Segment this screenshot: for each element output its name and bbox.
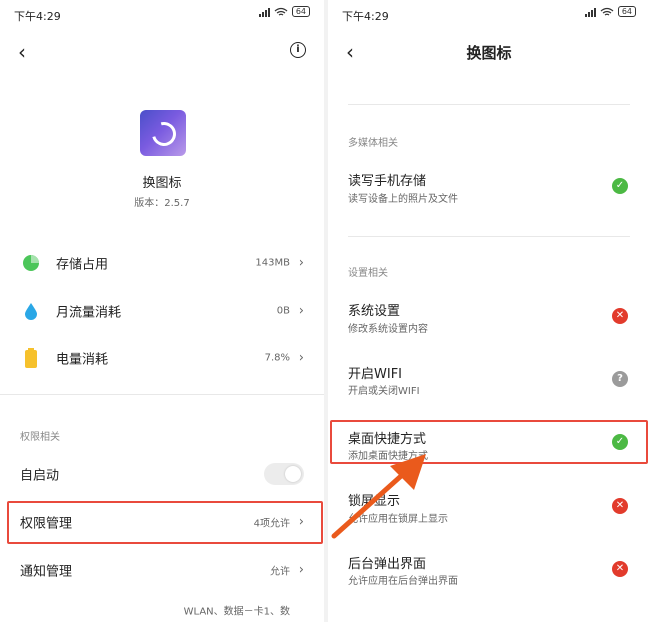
perm-desc: 开启或关闭WIFI (348, 386, 420, 397)
info-icon[interactable]: i (290, 42, 306, 58)
section-divider (348, 104, 630, 105)
pie-chart-icon (23, 255, 39, 271)
usage-value: 7.8% (264, 352, 290, 364)
chevron-right-icon: › (298, 350, 304, 366)
wifi-icon (274, 7, 288, 16)
wifi-icon (600, 7, 614, 16)
highlight-box (7, 501, 323, 544)
battery-indicator: 64 (617, 6, 636, 17)
perm-title: 读写手机存储 (348, 174, 427, 189)
perm-title: 系统设置 (348, 304, 401, 319)
status-time: 下午4:29 (14, 10, 61, 23)
autostart-label: 自启动 (20, 468, 60, 484)
usage-value: 0B (276, 305, 290, 317)
notification-row[interactable]: 通知管理 允许 › (0, 548, 324, 592)
perm-desc: 修改系统设置内容 (348, 324, 428, 335)
perm-desc: 读写设备上的照片及文件 (348, 194, 458, 205)
network-value: WLAN、数据－卡1、数 (183, 606, 290, 618)
section-divider (0, 394, 324, 395)
status-time: 下午4:29 (342, 10, 389, 23)
page-title: 换图标 (466, 44, 512, 62)
usage-row-data[interactable]: 月流量消耗 0B › (0, 289, 324, 333)
usage-value: 143MB (255, 257, 290, 269)
network-row[interactable]: WLAN、数据－卡1、数 (0, 596, 324, 622)
autostart-toggle[interactable] (264, 463, 304, 485)
app-name: 换图标 (142, 176, 182, 191)
usage-label: 电量消耗 (56, 352, 109, 368)
usage-row-storage[interactable]: 存储占用 143MB › (0, 241, 324, 285)
battery-icon (25, 348, 37, 368)
section-header: 多媒体相关 (348, 138, 398, 149)
perm-desc: 允许应用在后台弹出界面 (348, 576, 458, 587)
usage-row-battery[interactable]: 电量消耗 7.8% › (0, 336, 324, 380)
pointer-arrow-icon (331, 454, 426, 539)
battery-indicator: 64 (291, 6, 310, 17)
status-icons: 64 (258, 6, 310, 17)
perm-title: 开启WIFI (348, 367, 402, 382)
notification-label: 通知管理 (20, 564, 73, 580)
section-divider (348, 236, 630, 237)
autostart-row[interactable]: 自启动 (0, 452, 324, 496)
signal-icon (584, 7, 596, 17)
section-header: 权限相关 (20, 432, 60, 443)
back-chevron-icon[interactable]: ‹ (18, 40, 26, 64)
check-icon[interactable]: ✓ (612, 178, 628, 194)
app-version: 版本：2.5.7 (134, 198, 190, 209)
chevron-right-icon: › (298, 562, 304, 578)
usage-label: 存储占用 (56, 257, 109, 273)
question-icon[interactable]: ? (612, 371, 628, 387)
water-drop-icon (25, 303, 37, 320)
notification-value: 允许 (270, 566, 290, 578)
chevron-right-icon: › (298, 255, 304, 271)
chevron-right-icon: › (298, 303, 304, 319)
perm-title: 后台弹出界面 (348, 557, 427, 572)
status-icons: 64 (584, 6, 636, 17)
deny-icon[interactable]: ✕ (612, 498, 628, 514)
usage-label: 月流量消耗 (56, 305, 122, 321)
deny-icon[interactable]: ✕ (612, 561, 628, 577)
app-icon (140, 110, 186, 156)
app-info-screen: 下午4:29 64 ‹ i 换图标 版本：2.5.7 存储占用 143MB › … (0, 0, 324, 622)
signal-icon (258, 7, 270, 17)
deny-icon[interactable]: ✕ (612, 308, 628, 324)
section-header: 设置相关 (348, 268, 388, 279)
